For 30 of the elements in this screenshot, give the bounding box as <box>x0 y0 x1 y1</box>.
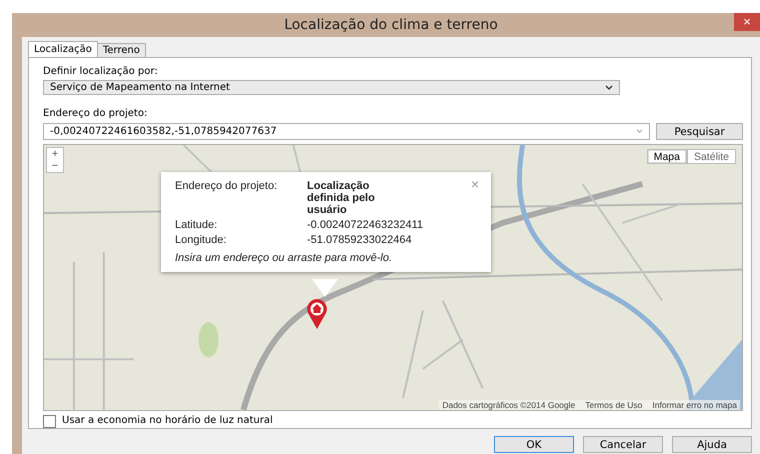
window-title: Localização do clima e terreno <box>284 17 498 33</box>
terms-link[interactable]: Termos de Uso <box>585 400 642 410</box>
popup-label: Latitude: <box>175 219 218 232</box>
dialog-button[interactable]: OK <box>494 436 574 453</box>
popup-value: Localização definida pelo usuário <box>307 180 376 216</box>
chevron-down-icon <box>605 84 613 91</box>
tab[interactable]: Terreno <box>96 43 146 57</box>
popup-pointer <box>312 279 338 298</box>
checkbox[interactable] <box>43 415 56 428</box>
popup-hint: Insira um endereço ou arraste para movê-lo. <box>175 252 394 264</box>
map-type-button[interactable]: Mapa <box>646 149 687 164</box>
dialog-button[interactable]: Ajuda <box>672 436 752 453</box>
popup-value: -51.07859233022464 <box>307 234 413 246</box>
report-error-link[interactable]: Informar erro no mapa <box>652 400 737 410</box>
attribution-text: Dados cartográficos ©2014 Google <box>442 400 576 410</box>
address-field[interactable]: -0,00240722461603582,-51,0785942077637 <box>43 123 650 140</box>
map-pin-icon[interactable] <box>306 298 328 330</box>
chevron-down-icon <box>636 129 643 134</box>
checkbox-label: Usar a economia no horário de luz natural <box>62 415 273 428</box>
popup-label: Endereço do projeto: <box>175 180 278 194</box>
popup-value: -0.00240722463232411 <box>307 219 424 232</box>
close-button[interactable]: × <box>734 13 760 31</box>
field-label: Definir localização por: <box>43 66 159 79</box>
search-button[interactable]: Pesquisar <box>656 123 743 140</box>
popup-label: Longitude: <box>175 234 228 246</box>
location-method-dropdown[interactable]: Serviço de Mapeamento na Internet <box>43 80 620 96</box>
dialog-button[interactable]: Cancelar <box>583 436 663 453</box>
map-type-button[interactable]: Satélite <box>686 149 736 164</box>
field-label: Endereço do projeto: <box>43 108 148 122</box>
tab[interactable]: Localização <box>28 41 98 57</box>
